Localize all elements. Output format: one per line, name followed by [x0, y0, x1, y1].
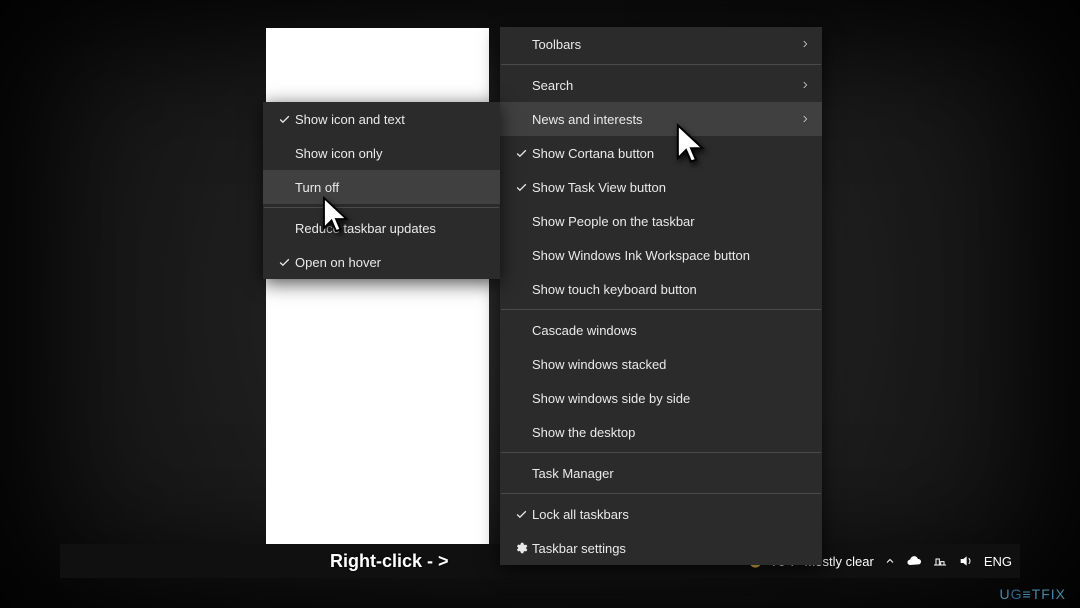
- gear-icon: [510, 541, 532, 555]
- check-icon: [510, 181, 532, 194]
- onedrive-cloud-icon[interactable]: [906, 553, 922, 569]
- chevron-right-icon: [794, 36, 810, 52]
- menu-item-show-icon-only[interactable]: Show icon only: [263, 136, 500, 170]
- menu-item-label: Cascade windows: [532, 323, 810, 338]
- menu-item-label: Search: [532, 78, 794, 93]
- menu-item-label: Turn off: [295, 180, 488, 195]
- menu-item-label: Show Windows Ink Workspace button: [532, 248, 810, 263]
- menu-item-turn-off[interactable]: Turn off: [263, 170, 500, 204]
- menu-item-label: Show icon and text: [295, 112, 488, 127]
- menu-item-news-and-interests[interactable]: News and interests: [500, 102, 822, 136]
- menu-item-label: Reduce taskbar updates: [295, 221, 488, 236]
- menu-separator: [501, 493, 821, 494]
- menu-item-open-on-hover[interactable]: Open on hover: [263, 245, 500, 279]
- chevron-right-icon: [794, 77, 810, 93]
- menu-item-show-the-desktop[interactable]: Show the desktop: [500, 415, 822, 449]
- menu-item-label: Open on hover: [295, 255, 488, 270]
- menu-item-show-cortana-button[interactable]: Show Cortana button: [500, 136, 822, 170]
- menu-item-label: News and interests: [532, 112, 794, 127]
- watermark: UG≡TFIX: [999, 586, 1066, 602]
- volume-icon[interactable]: [958, 553, 974, 569]
- menu-item-toolbars[interactable]: Toolbars: [500, 27, 822, 61]
- menu-item-show-windows-ink-workspace-button[interactable]: Show Windows Ink Workspace button: [500, 238, 822, 272]
- menu-item-show-task-view-button[interactable]: Show Task View button: [500, 170, 822, 204]
- menu-separator: [501, 64, 821, 65]
- menu-item-show-people-on-the-taskbar[interactable]: Show People on the taskbar: [500, 204, 822, 238]
- menu-item-label: Taskbar settings: [532, 541, 810, 556]
- menu-item-label: Show Task View button: [532, 180, 810, 195]
- menu-item-label: Show windows side by side: [532, 391, 810, 406]
- menu-item-label: Show People on the taskbar: [532, 214, 810, 229]
- menu-item-label: Show the desktop: [532, 425, 810, 440]
- menu-item-label: Lock all taskbars: [532, 507, 810, 522]
- check-icon: [273, 113, 295, 126]
- check-icon: [510, 508, 532, 521]
- menu-item-taskbar-settings[interactable]: Taskbar settings: [500, 531, 822, 565]
- check-icon: [510, 147, 532, 160]
- menu-item-show-icon-and-text[interactable]: Show icon and text: [263, 102, 500, 136]
- menu-item-reduce-taskbar-updates[interactable]: Reduce taskbar updates: [263, 211, 500, 245]
- network-icon[interactable]: [932, 553, 948, 569]
- check-icon: [273, 256, 295, 269]
- taskbar-context-menu: Toolbars Search News and interests Show Cor…: [500, 27, 822, 565]
- language-indicator[interactable]: ENG: [984, 554, 1012, 569]
- chevron-up-icon[interactable]: [884, 555, 896, 567]
- menu-item-cascade-windows[interactable]: Cascade windows: [500, 313, 822, 347]
- menu-item-label: Show icon only: [295, 146, 488, 161]
- menu-item-label: Show touch keyboard button: [532, 282, 810, 297]
- menu-item-label: Show windows stacked: [532, 357, 810, 372]
- menu-item-label: Task Manager: [532, 466, 810, 481]
- menu-item-label: Show Cortana button: [532, 146, 810, 161]
- menu-item-label: Toolbars: [532, 37, 794, 52]
- chevron-right-icon: [794, 111, 810, 127]
- news-and-interests-submenu: Show icon and text Show icon only Turn off…: [263, 102, 500, 279]
- menu-separator: [501, 309, 821, 310]
- menu-separator: [264, 207, 499, 208]
- menu-item-show-windows-side-by-side[interactable]: Show windows side by side: [500, 381, 822, 415]
- instruction-label: Right-click - >: [330, 551, 449, 572]
- menu-item-task-manager[interactable]: Task Manager: [500, 456, 822, 490]
- menu-item-show-windows-stacked[interactable]: Show windows stacked: [500, 347, 822, 381]
- menu-item-search[interactable]: Search: [500, 68, 822, 102]
- menu-item-lock-all-taskbars[interactable]: Lock all taskbars: [500, 497, 822, 531]
- menu-item-show-touch-keyboard-button[interactable]: Show touch keyboard button: [500, 272, 822, 306]
- menu-separator: [501, 452, 821, 453]
